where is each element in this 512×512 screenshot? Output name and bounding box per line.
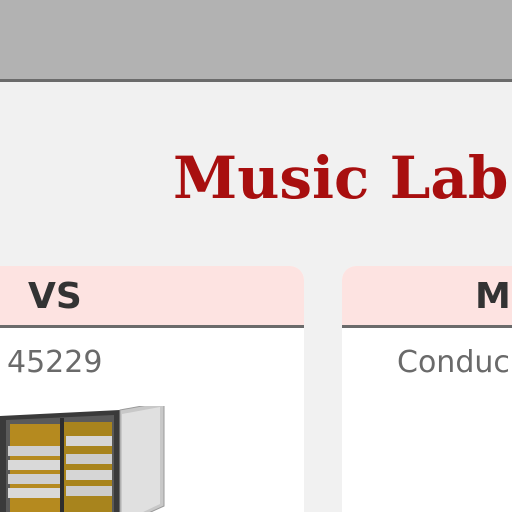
product-card[interactable]: VS 45229	[0, 266, 304, 512]
top-bar	[0, 0, 512, 82]
page: Music Lab VS 45229 M Conduc	[0, 0, 512, 512]
storage-cabinet-image	[0, 406, 165, 512]
card-header: M	[342, 266, 512, 328]
card-header-label: M	[475, 276, 511, 317]
product-card[interactable]: M Conduc	[342, 266, 512, 512]
page-title: Music Lab	[173, 144, 509, 212]
card-value: 45229	[7, 345, 103, 380]
card-value: Conduc	[397, 345, 510, 380]
card-header-label: VS	[28, 276, 82, 317]
card-header: VS	[0, 266, 304, 328]
